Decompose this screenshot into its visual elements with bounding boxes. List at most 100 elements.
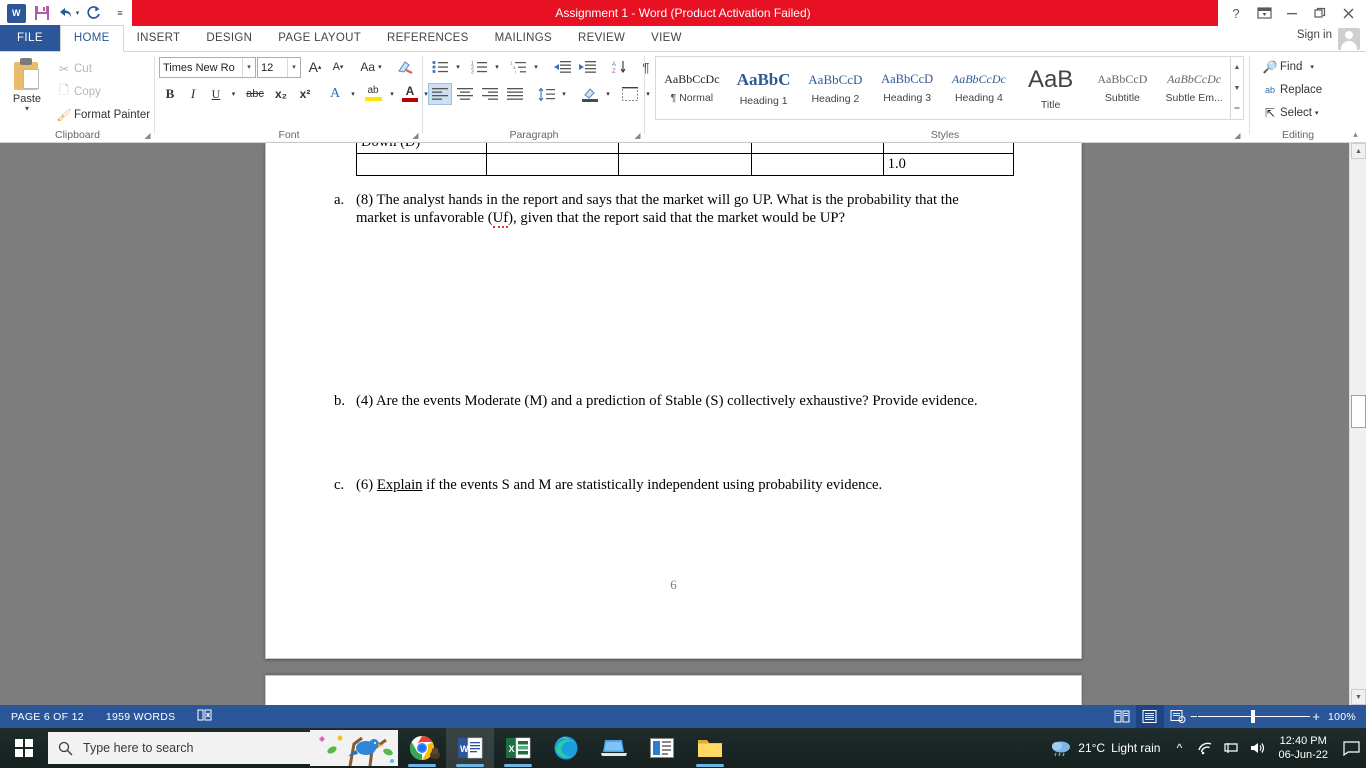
- numbering-button[interactable]: 123: [467, 56, 491, 78]
- style-heading-2[interactable]: AaBbCcD Heading 2: [800, 57, 872, 119]
- decrease-indent-button[interactable]: [550, 56, 574, 78]
- text-effects-button[interactable]: A: [323, 83, 347, 105]
- save-icon[interactable]: [30, 1, 54, 25]
- zoom-thumb[interactable]: [1250, 710, 1255, 723]
- zoom-slider[interactable]: − +: [1190, 705, 1320, 728]
- taskbar-chrome[interactable]: [398, 728, 446, 768]
- minimize-button[interactable]: [1278, 1, 1306, 25]
- numbering-caret-icon[interactable]: ▾: [491, 56, 503, 78]
- tab-references[interactable]: REFERENCES: [374, 25, 482, 51]
- scroll-up-button[interactable]: ▲: [1351, 143, 1366, 159]
- vertical-scrollbar[interactable]: ▲ ▼: [1349, 143, 1366, 705]
- sign-in-link[interactable]: Sign in: [1297, 29, 1332, 41]
- taskbar-word[interactable]: W: [446, 728, 494, 768]
- highlight-caret-icon[interactable]: ▾: [386, 83, 398, 105]
- web-layout-view-button[interactable]: [1164, 705, 1192, 728]
- taskbar-file-explorer[interactable]: [686, 728, 734, 768]
- document-page-6[interactable]: Down (D) 1.0 a. (8) The analyst hands in…: [265, 143, 1082, 659]
- style-subtitle[interactable]: AaBbCcD Subtitle: [1087, 57, 1159, 119]
- start-button[interactable]: [0, 728, 48, 768]
- font-name-caret-icon[interactable]: ▾: [242, 58, 255, 77]
- avatar[interactable]: [1338, 28, 1360, 50]
- change-case-caret-icon[interactable]: ▾: [378, 63, 382, 71]
- action-center-button[interactable]: [1336, 728, 1366, 768]
- style-heading-3[interactable]: AaBbCcD Heading 3: [871, 57, 943, 119]
- align-left-button[interactable]: [428, 83, 452, 105]
- strikethrough-button[interactable]: abc: [242, 83, 268, 105]
- clear-formatting-button[interactable]: [393, 56, 417, 78]
- close-button[interactable]: [1334, 1, 1362, 25]
- format-painter-button[interactable]: 🖌 Format Painter: [52, 104, 152, 125]
- multilevel-caret-icon[interactable]: ▾: [530, 56, 542, 78]
- tab-mailings[interactable]: MAILINGS: [482, 25, 565, 51]
- style-title[interactable]: AaB Title: [1015, 57, 1087, 119]
- sort-button[interactable]: AZ: [607, 56, 631, 78]
- bullets-button[interactable]: [428, 56, 452, 78]
- onedrive-icon[interactable]: [1218, 728, 1244, 768]
- tab-file[interactable]: FILE: [0, 25, 60, 51]
- styles-scroll-down-icon[interactable]: ▼: [1231, 78, 1243, 99]
- line-spacing-button[interactable]: [534, 83, 558, 105]
- borders-button[interactable]: [618, 83, 642, 105]
- styles-gallery-scroll[interactable]: ▲ ▼ ═: [1231, 56, 1244, 120]
- superscript-button[interactable]: x²: [293, 83, 317, 105]
- bold-button[interactable]: B: [159, 83, 181, 105]
- clipboard-dialog-launcher[interactable]: ◢: [143, 131, 152, 140]
- italic-button[interactable]: I: [182, 83, 204, 105]
- page-indicator[interactable]: PAGE 6 OF 12: [0, 711, 95, 723]
- paste-button[interactable]: Paste ▾: [6, 56, 48, 120]
- shrink-font-button[interactable]: A ▾: [327, 56, 349, 78]
- redo-icon[interactable]: [82, 1, 106, 25]
- show-hidden-icons-chevron-icon[interactable]: ^: [1166, 728, 1192, 768]
- text-highlight-button[interactable]: ab: [360, 81, 386, 105]
- font-color-button[interactable]: A: [399, 81, 421, 105]
- cut-button[interactable]: ✂ Cut: [52, 58, 147, 79]
- zoom-in-button[interactable]: +: [1312, 709, 1320, 724]
- paste-dropdown-caret-icon[interactable]: ▾: [6, 105, 48, 113]
- font-dialog-launcher[interactable]: ◢: [411, 131, 420, 140]
- collapse-ribbon-button[interactable]: ▴: [1351, 130, 1360, 139]
- align-right-button[interactable]: [478, 83, 502, 105]
- taskbar-excel[interactable]: X: [494, 728, 542, 768]
- news-widget-image[interactable]: [310, 730, 398, 766]
- volume-icon[interactable]: [1244, 728, 1270, 768]
- line-spacing-caret-icon[interactable]: ▾: [558, 83, 570, 105]
- find-button[interactable]: 🔎 Find ▾: [1258, 56, 1358, 77]
- undo-icon[interactable]: ▾: [56, 1, 80, 25]
- font-size-caret-icon[interactable]: ▾: [287, 58, 300, 77]
- word-count[interactable]: 1959 WORDS: [95, 711, 187, 723]
- shading-caret-icon[interactable]: ▾: [602, 83, 614, 105]
- zoom-level[interactable]: 100%: [1316, 711, 1366, 723]
- style-normal[interactable]: AaBbCcDc ¶ Normal: [656, 57, 728, 119]
- clock[interactable]: 12:40 PM 06-Jun-22: [1270, 734, 1336, 762]
- tab-page-layout[interactable]: PAGE LAYOUT: [265, 25, 374, 51]
- weather-widget[interactable]: 21°C Light rain: [1050, 739, 1166, 757]
- help-button[interactable]: ?: [1222, 1, 1250, 25]
- bullets-caret-icon[interactable]: ▾: [452, 56, 464, 78]
- text-effects-caret-icon[interactable]: ▾: [347, 83, 359, 105]
- scroll-down-button[interactable]: ▼: [1351, 689, 1366, 705]
- tab-review[interactable]: REVIEW: [565, 25, 638, 51]
- select-button[interactable]: ⇱ Select ▾: [1258, 102, 1358, 123]
- replace-button[interactable]: ab Replace: [1258, 79, 1358, 100]
- change-case-button[interactable]: Aa ▾: [354, 56, 388, 78]
- taskbar-remote-desktop[interactable]: [590, 728, 638, 768]
- grow-font-button[interactable]: A ▴: [304, 56, 326, 78]
- align-center-button[interactable]: [453, 83, 477, 105]
- restore-button[interactable]: [1306, 1, 1334, 25]
- copy-button[interactable]: 🗋 Copy: [52, 81, 147, 102]
- wifi-icon[interactable]: [1192, 728, 1218, 768]
- style-heading-4[interactable]: AaBbCcDc Heading 4: [943, 57, 1015, 119]
- style-heading-1[interactable]: AaBbC Heading 1: [728, 57, 800, 119]
- taskbar-edge[interactable]: [542, 728, 590, 768]
- styles-scroll-up-icon[interactable]: ▲: [1231, 57, 1243, 78]
- styles-dialog-launcher[interactable]: ◢: [1233, 131, 1242, 140]
- taskbar-news[interactable]: [638, 728, 686, 768]
- read-mode-view-button[interactable]: [1108, 705, 1136, 728]
- font-size-input[interactable]: 12 ▾: [257, 57, 301, 78]
- zoom-out-button[interactable]: −: [1190, 709, 1198, 724]
- paragraph-dialog-launcher[interactable]: ◢: [633, 131, 642, 140]
- document-page-7[interactable]: [265, 675, 1082, 705]
- justify-button[interactable]: [503, 83, 527, 105]
- font-name-input[interactable]: Times New Ro ▾: [159, 57, 256, 78]
